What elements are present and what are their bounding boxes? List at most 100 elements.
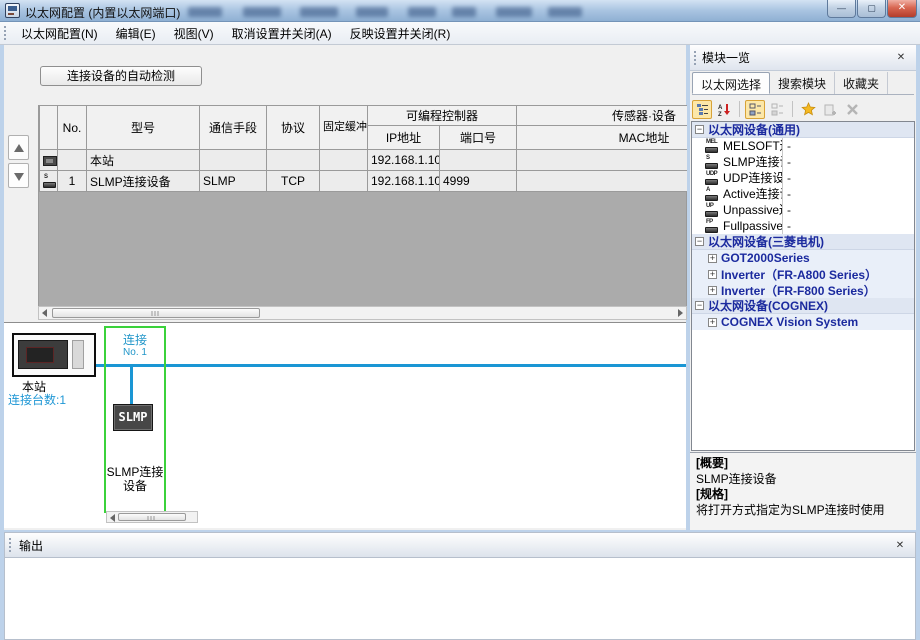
tree-subcategory-cognex-vision[interactable]: + COGNEX Vision System: [692, 314, 914, 330]
add-favorite-icon[interactable]: [820, 100, 840, 119]
cell-protocol[interactable]: TCP: [267, 171, 320, 192]
udp-device-icon: UDP: [705, 172, 720, 185]
tree-category-ethernet-cognex[interactable]: − 以太网设备(COGNEX): [692, 298, 914, 314]
tree-subcategory-inverter-frf800[interactable]: + Inverter（FR-F800 Series）: [692, 282, 914, 298]
col-port-header: 端口号: [440, 126, 517, 150]
cell-buffer[interactable]: [320, 171, 368, 192]
tree-subcategory-got2000[interactable]: + GOT2000Series: [692, 250, 914, 266]
tab-ethernet-selection[interactable]: 以太网选择: [692, 72, 770, 94]
tree-item-value: -: [783, 171, 791, 185]
slmp-device-icon: S: [705, 156, 720, 169]
expand-toggle-icon[interactable]: +: [708, 270, 717, 279]
tree-subcategory-inverter-fra800[interactable]: + Inverter（FR-A800 Series）: [692, 266, 914, 282]
tree-item-unpassive-connection[interactable]: UP Unpassive连接 -: [692, 202, 914, 218]
cell-mac[interactable]: [517, 171, 687, 192]
auto-detect-button[interactable]: 连接设备的自动检测: [40, 66, 202, 86]
cell-ip[interactable]: 192.168.1.100: [368, 150, 440, 171]
tree-item-active-connection[interactable]: A Active连接设备 -: [692, 186, 914, 202]
cell-comm[interactable]: SLMP: [200, 171, 267, 192]
module-list-title: 模块一览: [702, 49, 750, 66]
tree-category-ethernet-generic[interactable]: − 以太网设备(通用): [692, 122, 914, 138]
panel-grip: [9, 538, 12, 552]
cell-port[interactable]: 4999: [440, 171, 517, 192]
col-mac-header: MAC地址: [517, 126, 687, 150]
panel-grip: [694, 51, 697, 65]
cell-port[interactable]: [440, 150, 517, 171]
host-station-image[interactable]: [12, 333, 96, 377]
minimize-button[interactable]: —: [827, 0, 856, 18]
output-close-icon[interactable]: ✕: [892, 538, 908, 553]
expand-toggle-icon[interactable]: +: [708, 254, 717, 263]
cell-buffer[interactable]: [320, 150, 368, 171]
slmp-device-node[interactable]: SLMP: [113, 404, 153, 431]
maximize-button[interactable]: ▢: [857, 0, 886, 18]
cell-model[interactable]: SLMP连接设备: [87, 171, 200, 192]
cell-mac[interactable]: [517, 150, 687, 171]
menu-view[interactable]: 视图(V): [165, 22, 223, 45]
output-panel-header[interactable]: 输出 ✕: [4, 532, 916, 558]
move-row-down-button[interactable]: [8, 163, 29, 188]
col-comm-header: 通信手段: [200, 106, 267, 150]
cell-model[interactable]: 本站: [87, 150, 200, 171]
cell-comm[interactable]: [200, 150, 267, 171]
collapse-toggle-icon[interactable]: −: [695, 301, 704, 310]
tree-category-ethernet-mitsubishi[interactable]: − 以太网设备(三菱电机): [692, 234, 914, 250]
sensor-group-header: 传感器·设备: [517, 106, 687, 126]
blurred-menu-artifact: [452, 7, 476, 17]
delete-icon[interactable]: [842, 100, 862, 119]
scroll-left-icon[interactable]: [110, 514, 115, 522]
window-title: 以太网配置 (内置以太网端口): [25, 4, 180, 21]
tree-item-slmp-device[interactable]: S SLMP连接设备 -: [692, 154, 914, 170]
table-row-host-station[interactable]: 本站 192.168.1.100: [40, 150, 688, 171]
collapse-tree-icon[interactable]: [767, 100, 787, 119]
menu-apply-and-close[interactable]: 反映设置并关闭(R): [341, 22, 460, 45]
menu-ethernet-config[interactable]: 以太网配置(N): [12, 22, 107, 45]
favorite-star-icon[interactable]: [798, 100, 818, 119]
diagram-horizontal-scrollbar[interactable]: [106, 511, 198, 523]
scrollbar-thumb[interactable]: [52, 308, 260, 318]
table-horizontal-scrollbar[interactable]: [38, 306, 687, 320]
menu-cancel-and-close[interactable]: 取消设置并关闭(A): [223, 22, 341, 45]
slmp-device-label: SLMP连接设备: [102, 466, 168, 494]
summary-header: [概要]: [696, 456, 910, 472]
tree-item-value: -: [783, 139, 791, 153]
panel-close-icon[interactable]: ✕: [893, 50, 909, 65]
col-buffer-header: 固定缓冲发送接收设置: [320, 106, 368, 150]
table-row-slmp-device[interactable]: S 1 SLMP连接设备 SLMP TCP 192.168.1.100 4999: [40, 171, 688, 192]
cell-no[interactable]: 1: [58, 171, 87, 192]
col-no-header: No.: [58, 106, 87, 150]
cell-no[interactable]: [58, 150, 87, 171]
sort-az-icon[interactable]: AZ: [714, 100, 734, 119]
col-ip-header: IP地址: [368, 126, 440, 150]
move-row-up-button[interactable]: [8, 135, 29, 160]
expand-toggle-icon[interactable]: +: [708, 286, 717, 295]
connection-text: 连接: [104, 334, 166, 347]
device-table: No. 型号 通信手段 协议 固定缓冲发送接收设置 可编程控制器 传感器·设备 …: [38, 105, 687, 192]
module-list-toolbar: AZ: [692, 97, 914, 121]
scroll-left-icon[interactable]: [42, 309, 47, 317]
title-bar[interactable]: 以太网配置 (内置以太网端口) — ▢ ✕: [0, 0, 920, 22]
collapse-toggle-icon[interactable]: −: [695, 237, 704, 246]
cell-ip[interactable]: 192.168.1.100: [368, 171, 440, 192]
module-list-header[interactable]: 模块一览 ✕: [690, 45, 916, 71]
scroll-right-icon[interactable]: [678, 309, 683, 317]
expand-toggle-icon[interactable]: +: [708, 318, 717, 327]
tree-item-melsoft-connection[interactable]: MEL MELSOFT连接设备 -: [692, 138, 914, 154]
tree-item-udp-device[interactable]: UDP UDP连接设备 -: [692, 170, 914, 186]
tree-item-fullpassive-connection[interactable]: FP Fullpassive连接 -: [692, 218, 914, 234]
close-button[interactable]: ✕: [887, 0, 917, 18]
scrollbar-thumb[interactable]: [118, 513, 186, 521]
tab-favorites[interactable]: 收藏夹: [835, 72, 888, 94]
collapse-toggle-icon[interactable]: −: [695, 125, 704, 134]
expand-tree-icon[interactable]: [745, 100, 765, 119]
tab-search-module[interactable]: 搜索模块: [770, 72, 835, 94]
tree-item-label: MELSOFT连接设备: [723, 138, 783, 154]
table-empty-area: [38, 192, 687, 306]
display-order-icon[interactable]: [692, 100, 712, 119]
ethernet-configuration-window: 以太网配置 (内置以太网端口) — ▢ ✕ 以太网配置(N) 编辑(E) 视图(…: [0, 0, 920, 640]
tree-subcategory-label: Inverter（FR-A800 Series）: [721, 266, 877, 283]
ethernet-trunk-line: [96, 364, 686, 367]
svg-text:Z: Z: [718, 112, 722, 116]
menu-edit[interactable]: 编辑(E): [107, 22, 165, 45]
cell-protocol[interactable]: [267, 150, 320, 171]
